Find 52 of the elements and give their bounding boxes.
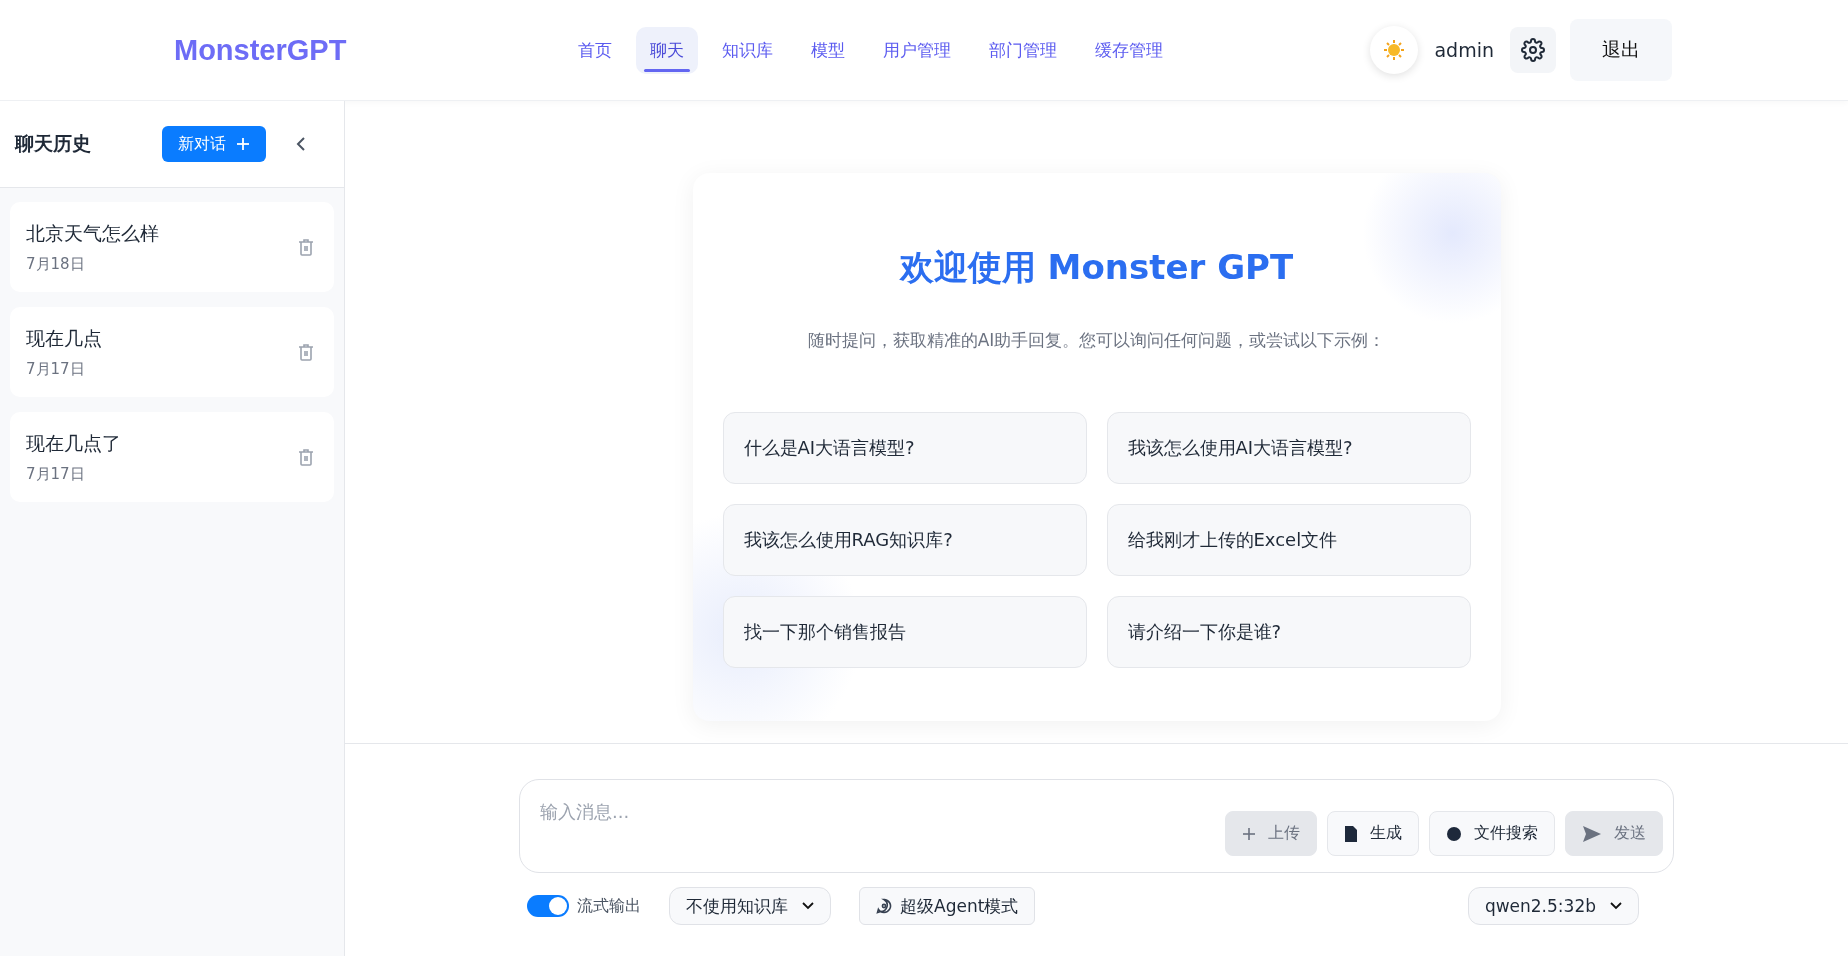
theme-toggle[interactable] — [1370, 26, 1419, 74]
settings-icon — [1521, 38, 1545, 62]
chevron-down-icon — [802, 902, 814, 910]
knowledge-base-select[interactable]: 不使用知识库 — [669, 887, 831, 925]
nav-tab[interactable]: 聊天 — [636, 26, 698, 74]
chat-history-item[interactable]: 北京天气怎么样 7月18日 — [10, 202, 334, 292]
trash-icon[interactable] — [298, 448, 314, 466]
chat-history-item[interactable]: 现在几点 7月17日 — [10, 307, 334, 397]
nav-tab[interactable]: 首页 — [564, 26, 626, 74]
sidebar-title: 聊天历史 — [15, 131, 92, 156]
suggestion-button[interactable]: 我该怎么使用RAG知识库? — [722, 504, 1087, 576]
suggestion-button[interactable]: 什么是AI大语言模型? — [722, 412, 1087, 484]
welcome-subtitle: 随时提问，获取精准的AI助手回复。您可以询问任何问题，或尝试以下示例： — [806, 329, 1387, 352]
suggestion-button[interactable]: 我该怎么使用AI大语言模型? — [1106, 412, 1471, 484]
username: admin — [1434, 39, 1494, 61]
chat-date: 7月18日 — [26, 254, 86, 274]
suggestion-button[interactable]: 请介绍一下你是谁? — [1106, 596, 1471, 668]
settings-button[interactable] — [1510, 27, 1556, 73]
chat-title: 北京天气怎么样 — [26, 220, 160, 246]
plus-icon — [1242, 826, 1256, 841]
stream-label: 流式输出 — [577, 895, 641, 917]
model-select[interactable]: qwen2.5:32b — [1467, 887, 1639, 925]
collapse-icon[interactable] — [294, 136, 308, 152]
suggestion-button[interactable]: 给我刚才上传的Excel文件 — [1106, 504, 1471, 576]
chat-title: 现在几点了 — [26, 430, 122, 456]
plus-icon — [236, 137, 250, 151]
nav-tab[interactable]: 缓存管理 — [1081, 26, 1177, 74]
sun-icon — [1383, 39, 1406, 61]
new-chat-button[interactable]: 新对话 — [162, 126, 266, 162]
trash-icon[interactable] — [298, 343, 314, 361]
logo[interactable]: MonsterGPT — [174, 33, 564, 67]
nav-tab[interactable]: 用户管理 — [869, 26, 965, 74]
nav-tab[interactable]: 模型 — [797, 26, 859, 74]
nav-tab[interactable]: 知识库 — [708, 26, 787, 74]
generate-button[interactable]: 生成 — [1327, 811, 1419, 856]
trash-icon[interactable] — [298, 238, 314, 256]
nav-tab[interactable]: 部门管理 — [975, 26, 1071, 74]
dot-icon — [1446, 825, 1462, 842]
input-placeholder: 输入消息... — [540, 801, 630, 822]
send-icon — [1582, 824, 1602, 843]
agent-mode-button[interactable]: 超级Agent模式 — [859, 887, 1036, 925]
chat-history-item[interactable]: 现在几点了 7月17日 — [10, 412, 334, 502]
stream-toggle[interactable] — [527, 895, 569, 917]
chat-date: 7月17日 — [26, 359, 86, 379]
search-button[interactable]: 文件搜索 — [1429, 811, 1555, 856]
suggestion-button[interactable]: 找一下那个销售报告 — [722, 596, 1087, 668]
chat-title: 现在几点 — [26, 325, 103, 351]
chevron-down-icon — [1610, 902, 1622, 910]
chat-date: 7月17日 — [26, 464, 86, 484]
logout-button[interactable]: 退出 — [1570, 19, 1672, 81]
document-icon — [1344, 824, 1358, 843]
welcome-title: 欢迎使用 Monster GPT — [898, 246, 1295, 289]
